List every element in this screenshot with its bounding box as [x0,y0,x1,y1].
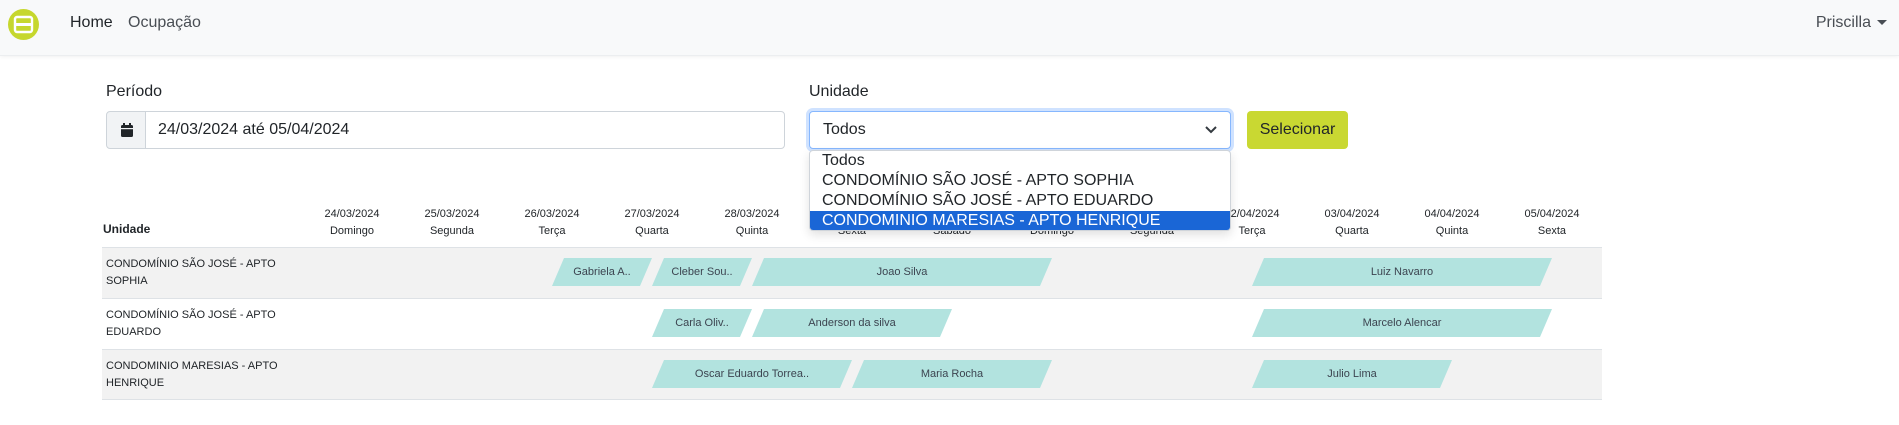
booking-bar[interactable]: Luiz Navarro [1252,258,1552,286]
unidade-dropdown: Todos CONDOMÍNIO SÃO JOSÉ - APTO SOPHIA … [809,150,1231,231]
unidade-option-sophia[interactable]: CONDOMÍNIO SÃO JOSÉ - APTO SOPHIA [810,171,1230,190]
table-row: CONDOMÍNIO SÃO JOSÉ - APTO SOPHIA Gabrie… [102,247,1602,298]
day-date: 05/04/2024 [1524,208,1580,220]
booking-bar[interactable]: Joao Silva [752,258,1052,286]
user-menu[interactable]: Priscilla [1816,14,1887,32]
day-weekday: Terça [538,225,566,237]
table-row: CONDOMINIO MARESIAS - APTO HENRIQUE Osca… [102,349,1602,400]
day-column-header: 03/04/2024 Quarta [1302,206,1402,240]
booking-bar[interactable]: Oscar Eduardo Torrea.. [652,360,852,388]
day-date: 25/03/2024 [424,208,480,220]
day-date: 28/03/2024 [724,208,780,220]
unidade-select-value: Todos [823,121,866,138]
day-date: 27/03/2024 [624,208,680,220]
day-date: 26/03/2024 [524,208,580,220]
row-unit-label: CONDOMÍNIO SÃO JOSÉ - APTO EDUARDO [106,309,276,338]
unidade-option-todos[interactable]: Todos [810,151,1230,170]
periodo-input[interactable] [145,111,785,149]
booking-bar[interactable]: Anderson da silva [752,309,952,337]
day-column-header: 27/03/2024 Quarta [602,206,702,240]
caret-down-icon [1877,20,1887,26]
booking-bar[interactable]: Julio Lima [1252,360,1452,388]
chevron-down-icon [1205,126,1217,134]
calendar-icon [121,123,133,137]
calendar-button[interactable] [106,111,146,149]
row-unit-label: CONDOMINIO MARESIAS - APTO HENRIQUE [106,360,278,389]
periodo-label: Período [106,83,163,100]
nav-home[interactable]: Home [70,14,113,32]
day-date: 03/04/2024 [1324,208,1380,220]
logo[interactable] [8,9,39,40]
unidade-option-eduardo[interactable]: CONDOMÍNIO SÃO JOSÉ - APTO EDUARDO [810,191,1230,210]
day-weekday: Segunda [429,225,475,237]
bed-icon [13,15,34,34]
unidade-label: Unidade [809,83,869,100]
row-unit-label: CONDOMÍNIO SÃO JOSÉ - APTO SOPHIA [106,258,276,287]
selecionar-button[interactable]: Selecionar [1247,111,1348,149]
booking-bar[interactable]: Marcelo Alencar [1252,309,1552,337]
booking-bar[interactable]: Gabriela A.. [552,258,652,286]
day-column-header: 26/03/2024 Terça [502,206,602,240]
day-column-header: 05/04/2024 Sexta [1502,206,1602,240]
unit-column-header: Unidade [103,222,151,236]
day-column-header: 04/04/2024 Quinta [1402,206,1502,240]
day-column-header: 28/03/2024 Quinta [702,206,802,240]
day-weekday: Quinta [1435,225,1469,237]
day-weekday: Domingo [329,225,375,237]
table-row: CONDOMÍNIO SÃO JOSÉ - APTO EDUARDO Carla… [102,298,1602,349]
nav-ocupacao[interactable]: Ocupação [128,14,201,32]
day-date: 04/04/2024 [1424,208,1480,220]
day-weekday: Quarta [635,225,669,237]
booking-bar[interactable]: Cleber Sou.. [652,258,752,286]
unidade-select[interactable]: Todos [809,111,1231,149]
booking-bar[interactable]: Maria Rocha [852,360,1052,388]
unidade-option-henrique[interactable]: CONDOMINIO MARESIAS - APTO HENRIQUE [810,211,1230,230]
day-weekday: Quarta [1335,225,1369,237]
navbar: Home Ocupação Priscilla [0,0,1899,56]
day-column-header: 25/03/2024 Segunda [402,206,502,240]
day-weekday: Sexta [1537,225,1567,237]
day-weekday: Quinta [735,225,769,237]
user-name: Priscilla [1815,14,1871,31]
day-column-header: 24/03/2024 Domingo [302,206,402,240]
day-date: 24/03/2024 [324,208,380,220]
booking-bar[interactable]: Carla Oliv.. [652,309,752,337]
